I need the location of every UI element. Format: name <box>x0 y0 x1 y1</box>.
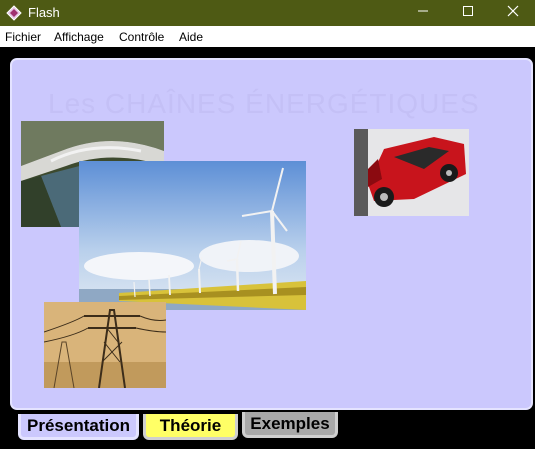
flash-window: Flash Fichier Affichage Contrôle Aide Le… <box>0 0 535 449</box>
flash-stage: Les CHAÎNES ÉNERGÉTIQUES Présentation Th… <box>0 47 535 449</box>
menu-aide[interactable]: Aide <box>179 30 203 44</box>
window-title: Flash <box>28 5 60 20</box>
content-panel: Les CHAÎNES ÉNERGÉTIQUES <box>10 58 533 410</box>
power-pylon-photo <box>44 302 166 388</box>
menu-fichier[interactable]: Fichier <box>5 30 41 44</box>
maximize-icon <box>462 4 474 22</box>
wind-turbines-photo <box>79 161 306 310</box>
tab-presentation[interactable]: Présentation <box>18 414 139 440</box>
menu-affichage[interactable]: Affichage <box>54 30 104 44</box>
minimize-icon <box>417 4 429 22</box>
menu-bar: Fichier Affichage Contrôle Aide <box>0 26 535 47</box>
menu-controle[interactable]: Contrôle <box>119 30 164 44</box>
title-bar: Flash <box>0 0 535 26</box>
crashed-car-photo <box>354 129 469 216</box>
tab-exemples[interactable]: Exemples <box>242 412 338 438</box>
maximize-button[interactable] <box>445 0 490 26</box>
page-title: Les CHAÎNES ÉNERGÉTIQUES <box>48 88 480 119</box>
minimize-button[interactable] <box>400 0 445 26</box>
flash-app-icon <box>6 5 22 21</box>
close-icon <box>507 4 519 22</box>
tab-theorie[interactable]: Théorie <box>143 414 238 440</box>
close-button[interactable] <box>490 0 535 26</box>
